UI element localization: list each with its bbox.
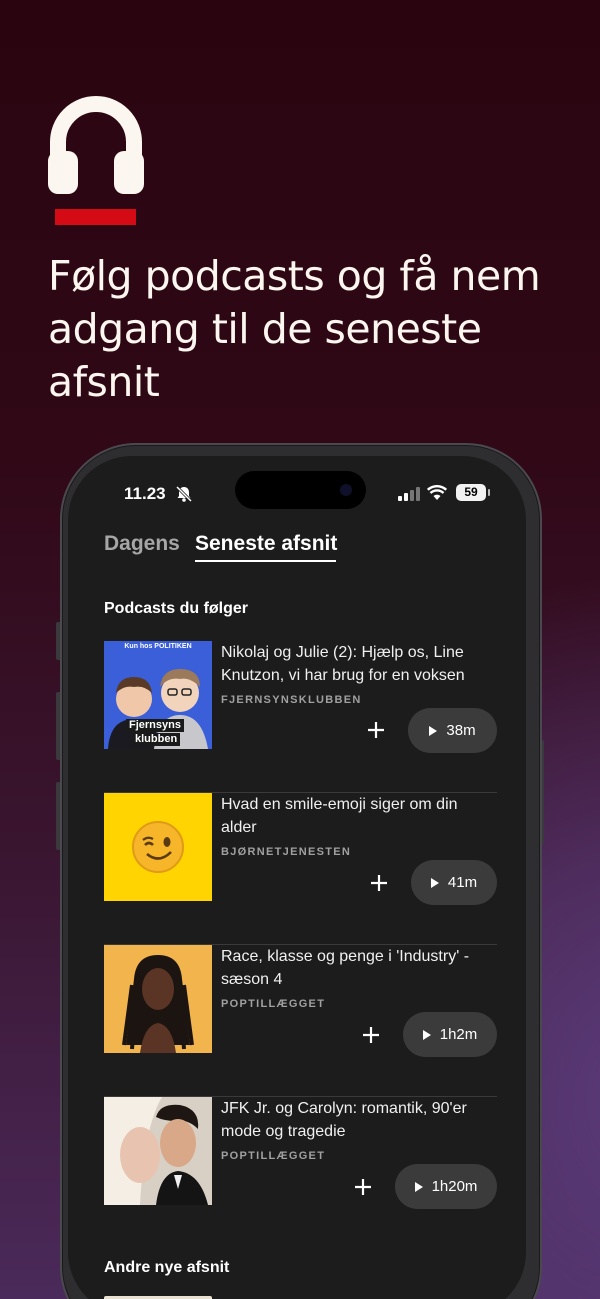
episode-item[interactable]: Hvad en smile-emoji siger om din alder B… [104, 793, 497, 945]
plus-icon[interactable] [364, 718, 388, 742]
play-icon [430, 877, 439, 888]
artwork-text-1: Fjernsyns [126, 719, 184, 732]
tab-seneste-afsnit[interactable]: Seneste afsnit [195, 532, 337, 556]
episode-item[interactable]: Kun hos POLITIKEN Fjernsyns klubben Niko… [104, 641, 497, 793]
play-button[interactable]: 1h20m [395, 1164, 497, 1209]
play-button[interactable]: 41m [411, 860, 497, 905]
episode-artwork: Kun hos POLITIKEN Fjernsyns klubben [104, 641, 212, 749]
episode-duration: 41m [447, 874, 478, 891]
episode-artwork [104, 945, 212, 1053]
play-button[interactable]: 1h2m [403, 1012, 497, 1057]
headphones-icon [48, 96, 144, 194]
wink-emoji-icon [132, 821, 184, 873]
episode-artwork [104, 1097, 212, 1205]
plus-icon[interactable] [367, 871, 391, 895]
page-headline: Følg podcasts og få nem adgang til de se… [48, 252, 541, 406]
episode-title[interactable]: JFK Jr. og Carolyn: romantik, 90'er mode… [221, 1097, 491, 1143]
episode-show-name: FJERNSYNSKLUBBEN [221, 694, 362, 706]
section-title-followed: Podcasts du følger [104, 600, 249, 617]
play-icon [429, 725, 438, 736]
episode-title[interactable]: Race, klasse og penge i 'Industry' - sæs… [221, 945, 491, 991]
dynamic-island [235, 471, 366, 509]
episode-item[interactable]: JFK Jr. og Carolyn: romantik, 90'er mode… [104, 1097, 497, 1237]
plus-icon[interactable] [351, 1175, 375, 1199]
accent-bar [55, 209, 136, 225]
wifi-icon [427, 485, 447, 500]
bell-slash-icon [175, 486, 193, 502]
artwork-text-2: klubben [132, 733, 181, 746]
episode-duration: 1h20m [431, 1178, 478, 1195]
play-icon [414, 1181, 423, 1192]
episode-duration: 38m [446, 722, 476, 739]
episode-show-name: BJØRNETJENESTEN [221, 846, 352, 858]
tab-dagens[interactable]: Dagens [104, 532, 180, 556]
status-time: 11.23 [124, 484, 166, 503]
phone-screen: 11.23 59 Dagens Seneste afsnit Podcasts … [68, 456, 526, 1299]
episode-title[interactable]: Nikolaj og Julie (2): Hjælp os, Line Knu… [221, 641, 491, 687]
active-tab-indicator [195, 560, 336, 562]
signal-icon [398, 487, 420, 501]
plus-icon[interactable] [359, 1023, 383, 1047]
artwork-brand: Kun hos POLITIKEN [124, 643, 192, 650]
episode-show-name: POPTILLÆGGET [221, 1150, 326, 1162]
battery-icon: 59 [456, 484, 490, 501]
episode-item[interactable]: Race, klasse og penge i 'Industry' - sæs… [104, 945, 497, 1097]
play-button[interactable]: 38m [408, 708, 497, 753]
section-title-other: Andre nye afsnit [104, 1259, 230, 1276]
episode-artwork [104, 793, 212, 901]
episode-duration: 1h2m [439, 1026, 478, 1043]
episode-title[interactable]: Hvad en smile-emoji siger om din alder [221, 793, 491, 839]
play-icon [422, 1029, 431, 1040]
episode-show-name: POPTILLÆGGET [221, 998, 326, 1010]
